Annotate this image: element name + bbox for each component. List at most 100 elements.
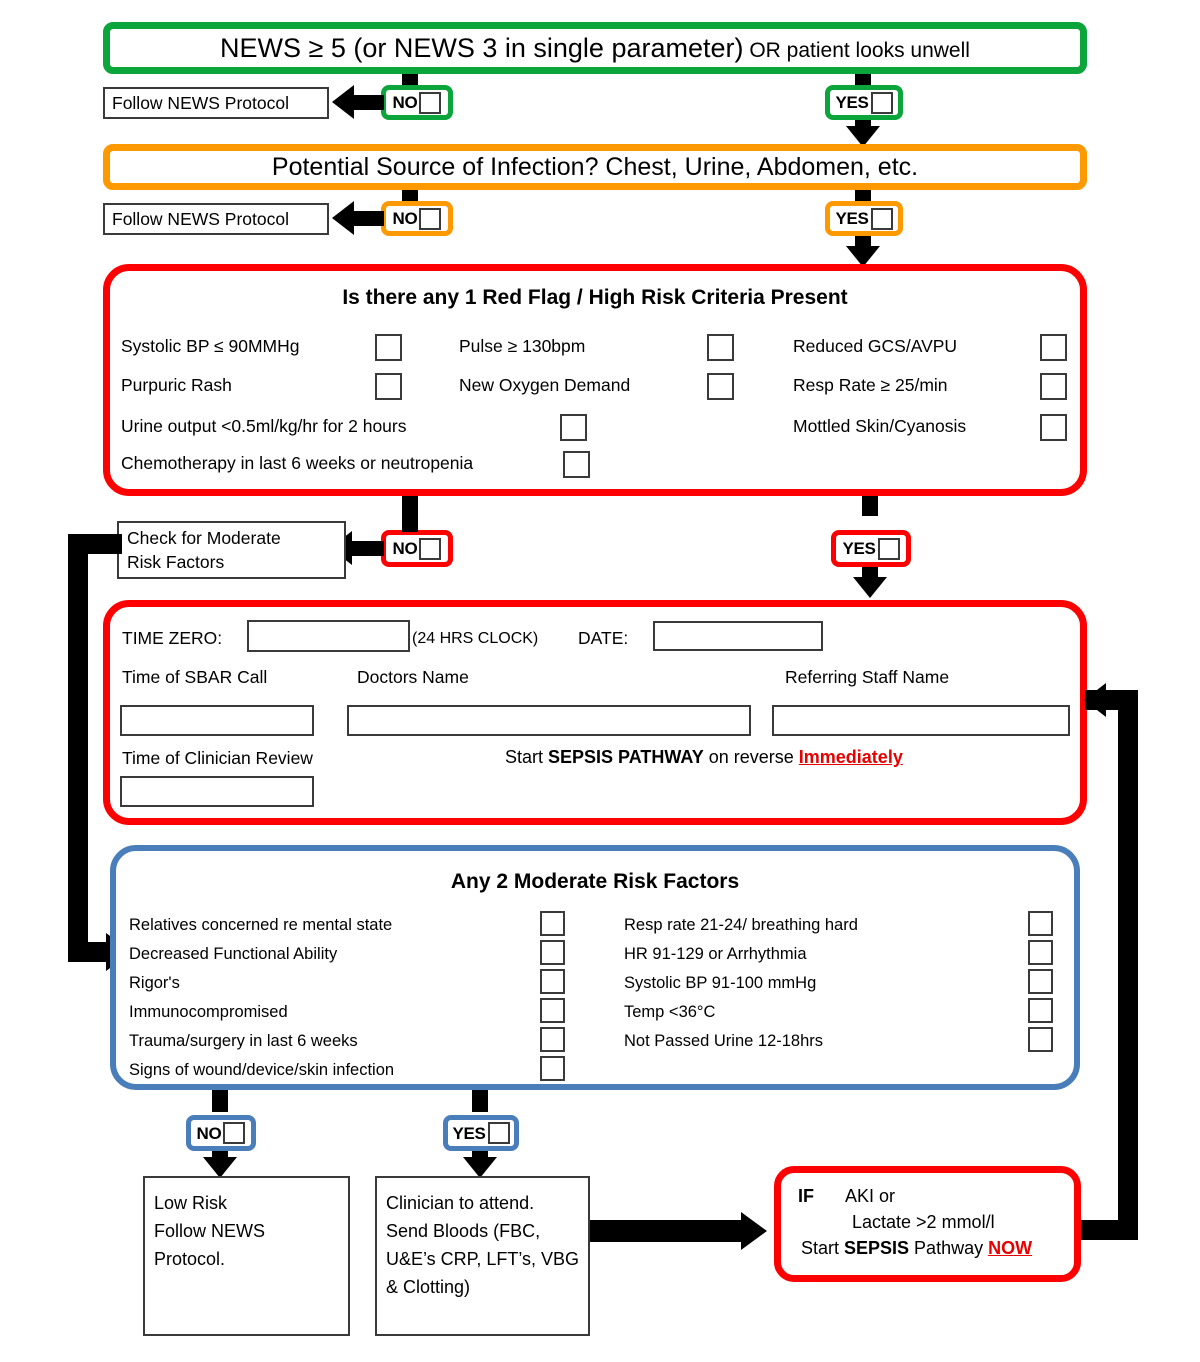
news-score-question-banner: NEWS ≥ 5 (or NEWS 3 in single parameter)…: [103, 22, 1087, 74]
time-zero-label: TIME ZERO:: [122, 628, 223, 648]
red-flag-checkbox[interactable]: [563, 451, 590, 478]
moderate-risk-checkbox[interactable]: [540, 1056, 565, 1081]
clinician-attend-outcome-box: Clinician to attend. Send Bloods (FBC, U…: [375, 1176, 590, 1336]
moderate-risk-checkbox[interactable]: [1028, 911, 1053, 936]
red-flag-checkbox[interactable]: [1040, 334, 1067, 361]
connector-line: [68, 942, 108, 962]
connector-line: [352, 541, 384, 556]
clinician-review-label: Time of Clinician Review: [122, 748, 313, 768]
red-flag-label: Systolic BP ≤ 90MMHg: [121, 336, 300, 356]
connector-line: [352, 95, 384, 110]
infection-no-checkbox[interactable]: [419, 207, 442, 230]
sbar-call-input[interactable]: [120, 705, 314, 736]
escalate-line2: Lactate >2 mmol/l: [852, 1212, 995, 1232]
doctors-name-input[interactable]: [347, 705, 751, 736]
red-flag-yes-checkbox[interactable]: [877, 537, 900, 560]
moderate-risk-checkbox[interactable]: [1028, 940, 1053, 965]
red-flag-checkbox[interactable]: [707, 334, 734, 361]
check-moderate-risk-box: Check for Moderate Risk Factors: [117, 521, 346, 579]
red-flag-checkbox[interactable]: [375, 334, 402, 361]
red-flag-checkbox[interactable]: [375, 373, 402, 400]
moderate-yes-badge[interactable]: YES: [443, 1115, 519, 1151]
news-question-tail: OR patient looks unwell: [743, 38, 970, 62]
moderate-risk-label: Relatives concerned re mental state: [129, 916, 393, 934]
clock-note: (24 HRS CLOCK): [412, 630, 539, 647]
infection-yes-checkbox[interactable]: [870, 207, 893, 230]
red-flag-label: Chemotherapy in last 6 weeks or neutrope…: [121, 453, 474, 473]
infection-no-label: NO: [392, 209, 418, 228]
connector-line: [590, 1220, 743, 1242]
infection-no-badge[interactable]: NO: [381, 201, 453, 236]
news-no-checkbox[interactable]: [419, 91, 442, 114]
sepsis-screening-flowchart: NEWS ≥ 5 (or NEWS 3 in single parameter)…: [0, 0, 1200, 1362]
infection-source-question: Potential Source of Infection? Chest, Ur…: [271, 152, 919, 181]
red-flag-label: Pulse ≥ 130bpm: [459, 336, 586, 356]
date-input[interactable]: [653, 621, 823, 651]
moderate-no-label: NO: [196, 1123, 222, 1143]
red-flag-yes-badge[interactable]: YES: [831, 530, 911, 567]
moderate-yes-checkbox[interactable]: [487, 1122, 510, 1144]
moderate-risk-checkbox[interactable]: [1028, 998, 1053, 1023]
connector-stub: [402, 496, 418, 516]
low-risk-outcome-box: Low Risk Follow NEWS Protocol.: [143, 1176, 350, 1336]
news-yes-label: YES: [835, 93, 869, 112]
news-yes-badge[interactable]: YES: [825, 85, 903, 120]
escalate-line3-mid: Pathway: [909, 1238, 989, 1258]
red-flag-label: Resp Rate ≥ 25/min: [793, 375, 948, 395]
moderate-risk-checkbox[interactable]: [540, 940, 565, 965]
clinician-review-input[interactable]: [120, 776, 314, 807]
time-zero-input[interactable]: [247, 620, 410, 652]
moderate-risk-label: Signs of wound/device/skin infection: [129, 1061, 395, 1079]
connector-line: [1080, 1220, 1138, 1240]
moderate-no-checkbox[interactable]: [223, 1122, 246, 1144]
moderate-risk-checkbox[interactable]: [540, 998, 565, 1023]
escalate-if-label: IF: [798, 1186, 814, 1206]
news-no-badge[interactable]: NO: [381, 85, 453, 120]
start-sepsis-pathway-note: Start SEPSIS PATHWAY on reverse Immediat…: [505, 747, 903, 768]
moderate-risk-checkbox[interactable]: [540, 969, 565, 994]
red-flag-no-label: NO: [392, 539, 418, 558]
red-flag-checkbox[interactable]: [1040, 373, 1067, 400]
moderate-risk-label: Systolic BP 91-100 mmHg: [624, 974, 817, 992]
arrow-right-icon: [741, 1212, 767, 1250]
arrow-down-icon: [463, 1157, 497, 1178]
infection-yes-badge[interactable]: YES: [825, 201, 903, 236]
connector-line: [1118, 690, 1138, 1240]
connector-stub: [472, 1090, 488, 1112]
connector-line: [352, 211, 384, 226]
red-flag-yes-label: YES: [842, 539, 876, 558]
moderate-risk-label: Temp <36°C: [624, 1003, 716, 1021]
red-flag-checkbox[interactable]: [560, 414, 587, 441]
moderate-risk-checkbox[interactable]: [540, 911, 565, 936]
clinician-line: U&E’s CRP, LFT’s, VBG: [386, 1248, 580, 1269]
moderate-risk-checkbox[interactable]: [1028, 1027, 1053, 1052]
arrow-left-icon: [332, 201, 354, 235]
news-no-label: NO: [392, 93, 418, 112]
infection-yes-label: YES: [835, 209, 869, 228]
arrow-down-icon: [203, 1157, 237, 1178]
low-risk-line: Follow NEWS: [154, 1220, 266, 1241]
escalate-line3-bold: SEPSIS: [844, 1238, 910, 1258]
moderate-risk-checkbox[interactable]: [540, 1027, 565, 1052]
moderate-risk-label: HR 91-129 or Arrhythmia: [624, 945, 807, 963]
red-flag-no-checkbox[interactable]: [419, 537, 442, 560]
moderate-risk-checkbox[interactable]: [1028, 969, 1053, 994]
red-flag-checkbox[interactable]: [1040, 414, 1067, 441]
connector-stub: [212, 1090, 228, 1112]
clinician-line: & Clotting): [386, 1276, 471, 1297]
red-flag-checkbox[interactable]: [707, 373, 734, 400]
action-mid: on reverse: [703, 747, 799, 767]
referring-staff-input[interactable]: [772, 705, 1070, 736]
date-label: DATE:: [578, 628, 629, 648]
moderate-risk-label: Immunocompromised: [129, 1003, 288, 1021]
low-risk-line: Protocol.: [154, 1248, 226, 1269]
red-flag-no-badge[interactable]: NO: [381, 530, 453, 567]
clinician-line: Send Bloods (FBC,: [386, 1220, 541, 1241]
action-bold: SEPSIS PATHWAY: [548, 747, 704, 767]
news-yes-checkbox[interactable]: [870, 91, 893, 114]
moderate-no-badge[interactable]: NO: [186, 1115, 256, 1151]
infection-no-outcome-box: Follow NEWS Protocol: [103, 203, 329, 235]
doctors-name-label: Doctors Name: [357, 667, 469, 687]
low-risk-line: Low Risk: [154, 1193, 228, 1213]
red-flag-label: Purpuric Rash: [121, 375, 232, 395]
